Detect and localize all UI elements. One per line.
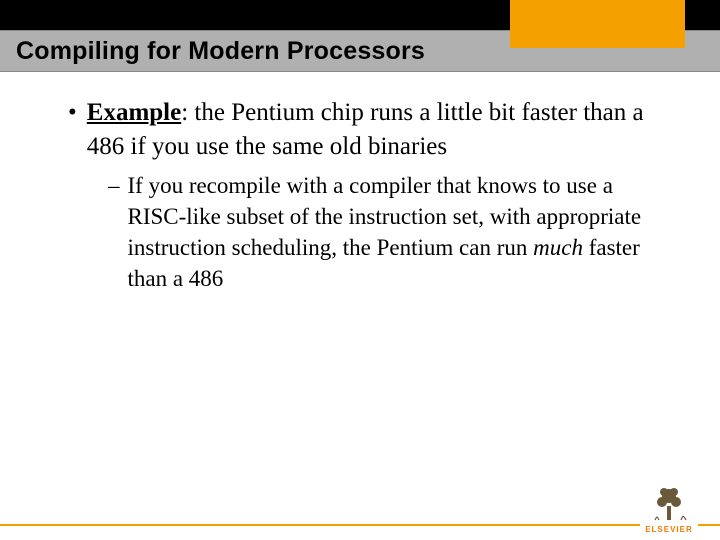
example-label: Example — [87, 99, 181, 126]
tree-icon — [647, 480, 691, 524]
bullet-item: • Example: the Pentium chip runs a littl… — [60, 96, 672, 164]
orange-accent-box — [510, 0, 685, 48]
elsevier-logo: ELSEVIER — [640, 480, 698, 534]
slide-content: • Example: the Pentium chip runs a littl… — [0, 72, 720, 294]
bullet-marker: • — [68, 96, 77, 130]
sub-bullet-text: If you recompile with a compiler that kn… — [128, 170, 673, 294]
sub-bullet-item: – If you recompile with a compiler that … — [60, 170, 672, 294]
slide-title: Compiling for Modern Processors — [16, 37, 425, 66]
footer-accent-line — [0, 524, 720, 526]
brand-text: ELSEVIER — [640, 525, 698, 534]
sub-text-emph: much — [533, 235, 583, 260]
sub-bullet-marker: – — [108, 170, 120, 201]
bullet-text: Example: the Pentium chip runs a little … — [87, 96, 672, 164]
